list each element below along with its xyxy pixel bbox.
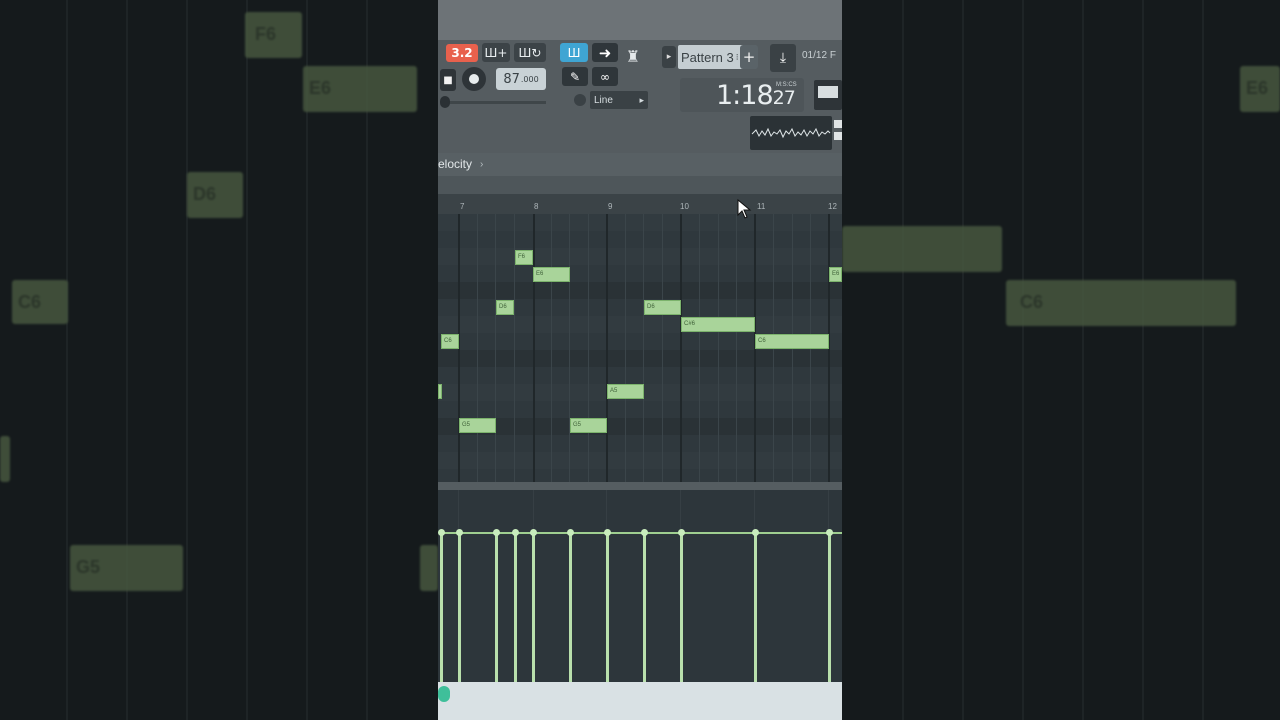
breadcrumb-arrow-icon: › <box>480 159 484 170</box>
chevron-right-icon: ▸ <box>639 94 644 105</box>
velocity-editor[interactable] <box>438 490 842 682</box>
velocity-handle[interactable] <box>456 529 463 536</box>
toolbar-top <box>438 0 842 40</box>
piano-roll-grid[interactable]: C6 G5 D6 F6 E6 G5 A5 D6 C#6 C6 E6 <box>438 214 842 482</box>
blurred-note <box>420 545 438 591</box>
blurred-note: E6 <box>1240 66 1280 112</box>
note-block[interactable]: D6 <box>496 300 514 315</box>
note-block[interactable]: C6 <box>441 334 459 349</box>
velocity-bar[interactable] <box>458 532 461 682</box>
pattern-name: Pattern 3 <box>681 49 734 65</box>
velocity-bar[interactable] <box>514 532 517 682</box>
download-icon[interactable]: ⤓ <box>770 44 796 72</box>
velocity-handle[interactable] <box>752 529 759 536</box>
velocity-bar[interactable] <box>606 532 609 682</box>
blurred-note: F6 <box>245 12 302 58</box>
snap-select[interactable]: Line ▸ <box>590 91 648 109</box>
brush-icon[interactable]: ✎ <box>562 67 588 86</box>
blurred-note <box>0 436 10 482</box>
pattern-count: 01/12 F <box>802 50 836 61</box>
user-icon <box>574 94 586 106</box>
song-time-display[interactable]: 1:1827 M:S:CS <box>680 78 804 112</box>
velocity-handle[interactable] <box>678 529 685 536</box>
add-pattern-button[interactable]: + <box>740 45 758 69</box>
pattern-play-icon[interactable]: ▸ <box>662 46 676 68</box>
step-mode-icon[interactable]: Ш+ <box>482 43 510 62</box>
left-blurred-background: F6 E6 D6 C6 G5 <box>0 0 438 720</box>
hat-icon[interactable]: ♜ <box>620 42 646 70</box>
right-blurred-background: C6 E6 <box>842 0 1280 720</box>
panel-toggle[interactable] <box>834 120 842 128</box>
velocity-bar[interactable] <box>569 532 572 682</box>
note-block[interactable]: C#6 <box>681 317 755 332</box>
note-block[interactable]: C6 <box>755 334 829 349</box>
arrow-right-icon[interactable]: ➜ <box>592 43 618 62</box>
note-block[interactable]: G5 <box>459 418 496 433</box>
mouse-cursor-icon <box>737 198 752 219</box>
separator <box>438 176 842 194</box>
piano-roll-icon[interactable]: Ш <box>560 43 588 62</box>
time-minutes-seconds: 1:18 <box>716 80 774 111</box>
blurred-note: E6 <box>303 66 417 112</box>
blurred-note: C6 <box>12 280 68 324</box>
horizontal-scrollbar[interactable] <box>438 682 842 720</box>
timeline-ruler[interactable]: 7 8 9 10 11 12 <box>438 194 842 214</box>
master-volume-track[interactable] <box>446 101 546 104</box>
note-block[interactable]: E6 <box>533 267 570 282</box>
velocity-bar[interactable] <box>495 532 498 682</box>
velocity-handle[interactable] <box>604 529 611 536</box>
velocity-handle[interactable] <box>641 529 648 536</box>
master-volume-knob[interactable] <box>440 96 450 108</box>
toolbar: 3.2 Ш+ Ш↻ ■ 87.000 Ш ➜ ♜ ✎ ∞ Line ▸ ▸ Pat… <box>438 0 842 153</box>
blurred-note: G5 <box>70 545 183 591</box>
velocity-bar[interactable] <box>643 532 646 682</box>
stop-button[interactable]: ■ <box>440 69 456 91</box>
panel-toggle[interactable] <box>834 132 842 140</box>
ruler-tick: 11 <box>757 202 766 211</box>
note-block[interactable]: D6 <box>644 300 681 315</box>
velocity-bar[interactable] <box>440 532 443 682</box>
record-mode-badge[interactable]: 3.2 <box>446 44 478 62</box>
breadcrumb-label: elocity <box>438 157 473 171</box>
velocity-handle[interactable] <box>567 529 574 536</box>
note-block[interactable]: A5 <box>607 384 644 399</box>
velocity-handle[interactable] <box>512 529 519 536</box>
ruler-tick: 9 <box>608 202 613 211</box>
record-button[interactable] <box>462 67 486 91</box>
scrollbar-handle[interactable] <box>438 686 450 702</box>
snap-select-value: Line <box>594 94 613 106</box>
time-unit-label: M:S:CS <box>776 82 797 88</box>
ruler-tick: 7 <box>460 202 465 211</box>
note-block[interactable] <box>438 384 442 399</box>
splitter[interactable] <box>438 482 842 490</box>
cpu-monitor <box>814 80 842 110</box>
note-block[interactable]: F6 <box>515 250 533 265</box>
event-editor-breadcrumb[interactable]: elocity › <box>438 153 842 176</box>
oscilloscope <box>750 116 832 150</box>
velocity-bar[interactable] <box>828 532 831 682</box>
velocity-bar[interactable] <box>754 532 757 682</box>
velocity-bar[interactable] <box>680 532 683 682</box>
blurred-note: C6 <box>1006 280 1236 326</box>
velocity-handle[interactable] <box>530 529 537 536</box>
record-dot-icon <box>469 74 479 84</box>
fl-studio-panel: 3.2 Ш+ Ш↻ ■ 87.000 Ш ➜ ♜ ✎ ∞ Line ▸ ▸ Pat… <box>438 0 842 720</box>
tempo-display[interactable]: 87.000 <box>496 68 546 90</box>
ruler-tick: 10 <box>680 202 689 211</box>
blurred-note <box>842 226 1002 272</box>
velocity-bar[interactable] <box>532 532 535 682</box>
velocity-handle[interactable] <box>826 529 833 536</box>
loop-record-icon[interactable]: Ш↻ <box>514 43 546 62</box>
ruler-tick: 12 <box>828 202 837 211</box>
note-block[interactable]: G5 <box>570 418 607 433</box>
note-block[interactable]: E6 <box>829 267 842 282</box>
blurred-note: D6 <box>187 172 243 218</box>
link-icon[interactable]: ∞ <box>592 67 618 86</box>
velocity-handle[interactable] <box>438 529 445 536</box>
velocity-handle[interactable] <box>493 529 500 536</box>
ruler-tick: 8 <box>534 202 539 211</box>
pattern-dropdown-icon: ⁝ <box>735 51 739 62</box>
time-centiseconds: 27 <box>772 87 796 109</box>
